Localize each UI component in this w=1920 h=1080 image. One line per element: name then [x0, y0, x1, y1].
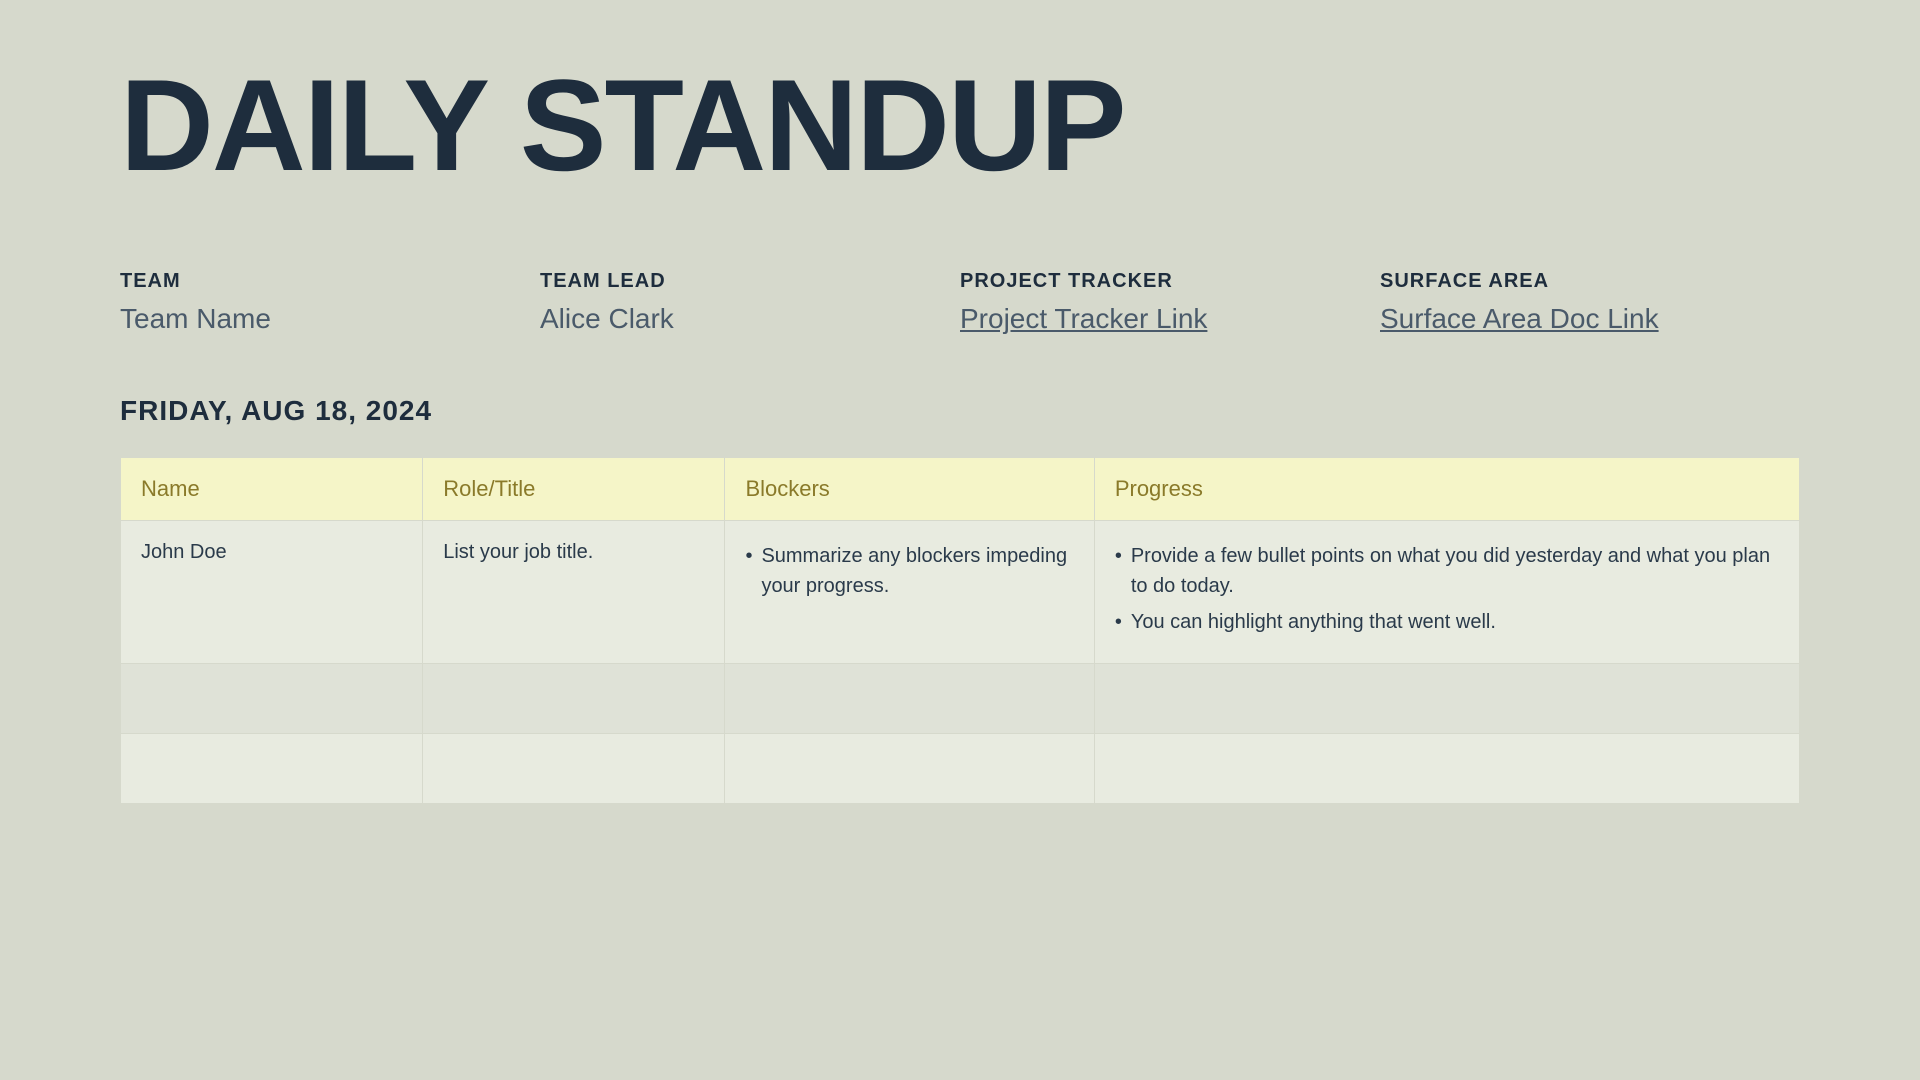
meta-project-tracker: PROJECT TRACKER Project Tracker Link	[960, 270, 1380, 335]
meta-team: TEAM Team Name	[120, 270, 540, 335]
meta-section: TEAM Team Name TEAM LEAD Alice Clark PRO…	[120, 270, 1800, 335]
cell-name: John Doe	[121, 521, 423, 664]
meta-team-lead: TEAM LEAD Alice Clark	[540, 270, 960, 335]
meta-surface-area-link[interactable]: Surface Area Doc Link	[1380, 303, 1760, 335]
cell-role: List your job title.	[423, 521, 725, 664]
meta-project-tracker-label: PROJECT TRACKER	[960, 270, 1340, 293]
cell-empty	[1094, 734, 1799, 804]
col-header-role: Role/Title	[423, 458, 725, 521]
col-header-blockers: Blockers	[725, 458, 1094, 521]
meta-surface-area-label: SURFACE AREA	[1380, 270, 1760, 293]
table-row: John DoeList your job title.Summarize an…	[121, 521, 1800, 664]
meta-team-lead-label: TEAM LEAD	[540, 270, 920, 293]
cell-empty	[121, 664, 423, 734]
table-row-empty-3	[121, 734, 1800, 804]
standup-table: Name Role/Title Blockers Progress John D…	[120, 457, 1800, 804]
cell-empty	[423, 734, 725, 804]
cell-empty	[1094, 664, 1799, 734]
meta-team-lead-value: Alice Clark	[540, 303, 920, 335]
cell-blockers: Summarize any blockers impeding your pro…	[725, 521, 1094, 664]
cell-empty	[725, 734, 1094, 804]
cell-empty	[423, 664, 725, 734]
col-header-progress: Progress	[1094, 458, 1799, 521]
cell-empty	[725, 664, 1094, 734]
meta-surface-area: SURFACE AREA Surface Area Doc Link	[1380, 270, 1800, 335]
table-row-empty-2	[121, 664, 1800, 734]
cell-empty	[121, 734, 423, 804]
meta-team-label: TEAM	[120, 270, 500, 293]
meta-project-tracker-link[interactable]: Project Tracker Link	[960, 303, 1340, 335]
meta-team-value: Team Name	[120, 303, 500, 335]
cell-progress: Provide a few bullet points on what you …	[1094, 521, 1799, 664]
col-header-name: Name	[121, 458, 423, 521]
table-header-row: Name Role/Title Blockers Progress	[121, 458, 1800, 521]
date-heading: FRIDAY, AUG 18, 2024	[120, 395, 1800, 427]
page-title: DAILY STANDUP	[120, 60, 1800, 190]
